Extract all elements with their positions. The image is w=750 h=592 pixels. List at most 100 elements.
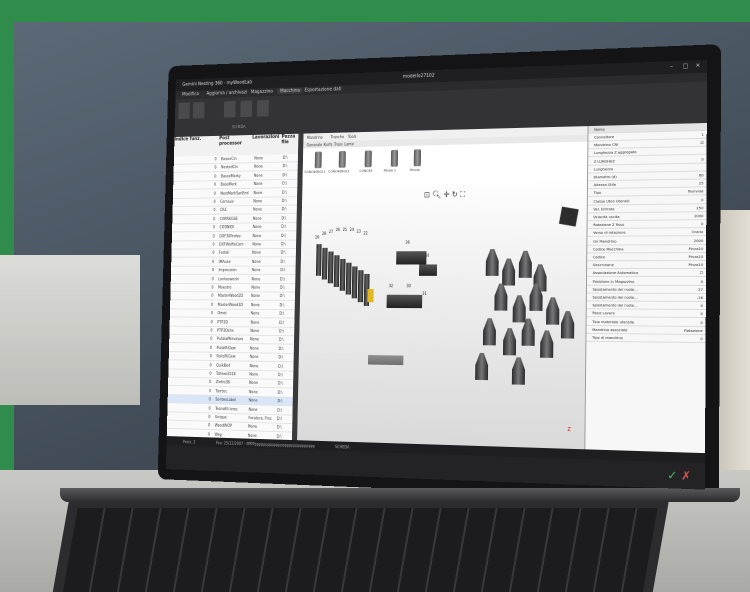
tool-icon[interactable] (338, 151, 346, 168)
table-cell: 0 (213, 190, 216, 196)
property-value: 27 (698, 286, 703, 292)
property-row[interactable]: Associazione Automatica ☐ (587, 269, 708, 278)
table-cell: PuliziaMimotare (216, 336, 244, 342)
table-cell: D:\ (279, 311, 285, 316)
tool-holder[interactable] (327, 251, 334, 284)
viewport-label: 24 (349, 227, 355, 232)
tool-icon[interactable] (390, 149, 399, 167)
table-cell: TecnoEli lerec (215, 405, 238, 411)
ribbon-button-2[interactable] (192, 102, 205, 119)
subtab-trass[interactable]: Trass (334, 142, 343, 147)
cancel-cross-icon[interactable]: ✗ (681, 469, 691, 484)
property-row[interactable]: Tipo di mandrino 0 (586, 333, 707, 344)
table-cell: D:\ (279, 285, 285, 290)
table-cell: 0 (208, 396, 211, 402)
table-header-lavorazioni[interactable]: Lavorazioni (251, 134, 283, 155)
tab-mandrino[interactable]: Mandrino (307, 135, 323, 140)
property-row[interactable]: Descrizione Pinza10 (587, 261, 708, 270)
table-cell: D:\ (281, 198, 287, 203)
cone-holder[interactable] (540, 330, 553, 358)
cone-holder[interactable] (519, 251, 532, 278)
menu-magazzino[interactable]: Magazzino (251, 89, 273, 95)
tool-icon[interactable] (314, 151, 322, 169)
table-cell: 0 (208, 414, 211, 419)
table-cell: 0 (214, 173, 217, 179)
tool-holder[interactable] (351, 266, 358, 299)
table-header-post[interactable]: Post processor (218, 134, 254, 156)
rotate-icon[interactable]: ↻ (452, 190, 458, 199)
cone-holder[interactable] (475, 353, 488, 380)
tool-holder[interactable] (333, 255, 340, 288)
ribbon-button-5[interactable] (256, 99, 269, 117)
property-row[interactable]: Codice Macchina Pinza10 (587, 244, 708, 254)
zoom-icon[interactable]: 🔍︎ (432, 190, 441, 199)
table-row[interactable]: 0 LonkoswerIn None D:\ (170, 275, 296, 284)
table-row[interactable]: 0 Maestro None D:\ (170, 283, 296, 293)
minimize-icon[interactable]: – (670, 63, 673, 70)
window-title: Gemini Nesting 360 · myWoodLab (182, 79, 253, 88)
confirm-check-icon[interactable]: ✓ (667, 468, 677, 482)
expand-icon[interactable]: ⛶ (460, 190, 465, 199)
cone-holder[interactable] (522, 319, 535, 346)
tab-tranche[interactable]: Tranche (331, 134, 345, 139)
cone-holder[interactable] (513, 295, 526, 322)
cone-holder[interactable] (512, 357, 525, 385)
cone-holder[interactable] (494, 284, 507, 311)
3d-viewport[interactable]: ⊡ 🔍︎ ✛ ↻ ⛶ 29 28 27 26 25 24 23 22 36 34 32 30 31 Z (297, 182, 588, 450)
property-row[interactable]: Spostamento del ruote… 27 (586, 285, 707, 294)
property-key: Descrizione (592, 262, 614, 268)
ribbon-button-1[interactable] (178, 102, 190, 120)
table-row[interactable]: 0 DXF30Profee None D:\ (171, 231, 297, 241)
selected-tool[interactable] (367, 288, 374, 303)
tool-icon[interactable] (413, 149, 422, 167)
property-row[interactable]: Posizione in Magazzino 0 (586, 277, 707, 286)
subtab-kurts[interactable]: Kurts (324, 142, 333, 147)
property-row[interactable]: Codice Pinza10 (587, 253, 708, 262)
table-header-indice[interactable]: Indice funz. (173, 135, 221, 157)
tool-holder[interactable] (357, 270, 364, 303)
menu-esportazione[interactable]: Esportazione dati (304, 86, 341, 93)
cone-holder[interactable] (502, 259, 515, 286)
property-value: Pinza10 (688, 262, 704, 268)
cone-holder[interactable] (483, 318, 496, 345)
aggregate-block (418, 264, 438, 276)
tool-holder[interactable] (339, 258, 346, 291)
tool-holder[interactable] (345, 262, 352, 295)
table-header-pezza[interactable]: Pezza file (281, 133, 300, 155)
table-cell: D:\ (280, 258, 286, 264)
subtab-generale[interactable]: Generale (307, 142, 323, 147)
table-cell: D:\ (277, 389, 283, 395)
cone-holder[interactable] (546, 297, 559, 324)
ribbon-button-3[interactable] (223, 101, 236, 118)
property-key: Tipo di mandrino (592, 334, 623, 341)
cone-holder[interactable] (503, 328, 516, 355)
table-row[interactable]: 0 Impression None D:\ (170, 266, 296, 276)
property-value: 1 (701, 131, 704, 137)
cone-holder[interactable] (561, 311, 574, 339)
menu-modifica[interactable]: Modifica (182, 91, 199, 97)
table-row[interactable]: 0 Fortell None D:\ (171, 249, 296, 258)
tool-icon[interactable] (364, 150, 372, 168)
close-icon[interactable]: × (695, 62, 700, 69)
view-cube[interactable] (558, 206, 579, 227)
property-key: Codice Macchina (592, 246, 624, 252)
tab-tools[interactable]: Tools (348, 134, 357, 139)
table-cell: 0 (211, 293, 214, 299)
tool-holder[interactable] (321, 247, 328, 280)
property-key: Velocità uscita (593, 214, 620, 220)
tool-holder[interactable] (315, 244, 322, 276)
maximize-icon[interactable]: □ (683, 63, 689, 70)
property-key: Mandrino CNI (593, 142, 619, 148)
table-row[interactable]: 0 DXFWolfieCam None D:\ (171, 240, 297, 250)
menu-macchina[interactable]: Macchina (277, 87, 303, 95)
ribbon-button-4[interactable] (240, 100, 253, 118)
zoom-fit-icon[interactable]: ⊡ (424, 191, 430, 200)
subtab-lame[interactable]: Lame (344, 142, 354, 147)
table-row[interactable]: 0 IMAuse None D:\ (171, 257, 296, 267)
table-cell: D:\ (276, 424, 282, 430)
menu-aggiorna[interactable]: Aggiorna / archivazi (206, 90, 247, 97)
property-key: Spostamento del ruote… (592, 302, 638, 308)
table-row[interactable]: 0 MasterWood2D None D:\ (170, 292, 296, 302)
pan-icon[interactable]: ✛ (443, 190, 449, 199)
cone-holder[interactable] (486, 249, 499, 276)
